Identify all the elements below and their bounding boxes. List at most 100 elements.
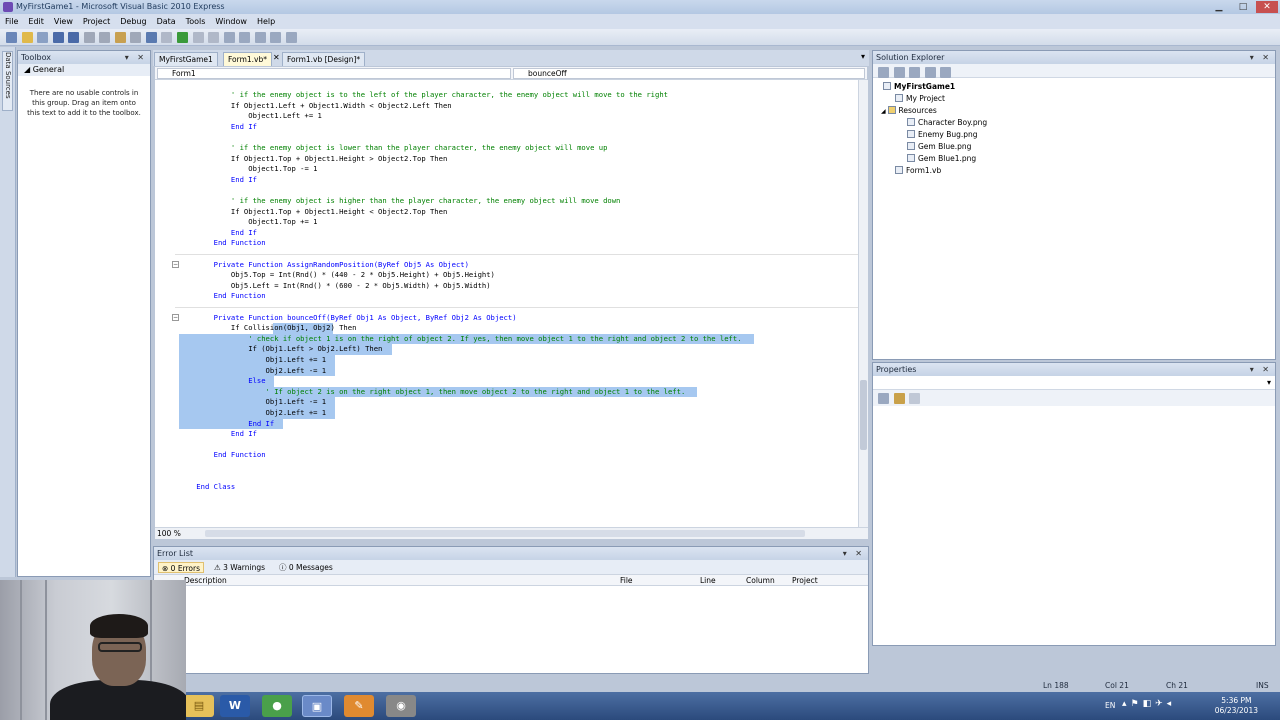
tab-form1-vb[interactable]: Form1.vb* (223, 52, 272, 66)
tree-form1[interactable]: Form1.vb (895, 165, 941, 177)
undo-icon[interactable] (145, 32, 157, 43)
messages-filter-button[interactable]: ⓘ 0 Messages (276, 562, 336, 573)
tray-icons[interactable]: ▴⚑◧✈◂ (1122, 699, 1175, 709)
code-line[interactable]: Private Function AssignRandomPosition(By… (179, 260, 469, 270)
new-project-icon[interactable] (6, 32, 17, 43)
menu-view[interactable]: View (49, 14, 78, 29)
view-designer-icon[interactable] (940, 67, 952, 78)
stop-icon[interactable] (208, 32, 220, 43)
code-line[interactable]: If Object1.Left + Object1.Width < Object… (179, 101, 452, 111)
code-line[interactable]: End If (179, 122, 257, 132)
tree-file[interactable]: Gem Blue.png (907, 141, 971, 153)
collapse-icon[interactable]: − (172, 313, 179, 321)
code-line[interactable]: If Object1.Top + Object1.Height > Object… (179, 154, 447, 164)
code-line[interactable]: If Object1.Top + Object1.Height < Object… (179, 207, 447, 217)
menu-window[interactable]: Window (210, 14, 252, 29)
cut-icon[interactable] (83, 32, 95, 43)
refresh-icon[interactable] (909, 67, 921, 78)
code-line[interactable]: ' if the enemy object is lower than the … (179, 143, 607, 153)
word-taskbar-icon[interactable]: W (220, 695, 250, 717)
properties-button-icon[interactable] (878, 67, 889, 78)
show-all-files-icon[interactable] (893, 67, 905, 78)
col-column[interactable]: Column (746, 576, 775, 585)
find-icon[interactable] (130, 32, 142, 43)
code-line[interactable]: End If (179, 419, 274, 429)
minimize-icon[interactable]: ▁ (1208, 1, 1230, 13)
code-editor[interactable]: ' if the enemy object is to the left of … (155, 80, 858, 527)
view-code-icon[interactable] (924, 67, 936, 78)
code-line[interactable]: Obj2.Left += 1 (179, 408, 327, 418)
errors-filter-button[interactable]: ⊗ 0 Errors (158, 562, 205, 573)
properties-object-dropdown[interactable]: ▾ (873, 376, 1275, 390)
tree-file[interactable]: Character Boy.png (907, 117, 987, 129)
save-all-icon[interactable] (68, 32, 80, 43)
code-line[interactable]: End If (179, 429, 257, 439)
code-line[interactable]: Obj5.Left = Int(Rnd() * (600 - 2 * Obj5.… (179, 281, 491, 291)
recorder-taskbar-icon[interactable]: ◉ (386, 695, 416, 717)
menu-debug[interactable]: Debug (115, 14, 151, 29)
panel-pin-close-icons[interactable]: ▾ ✕ (125, 51, 147, 64)
solution-explorer-icon[interactable] (254, 32, 266, 43)
menu-help[interactable]: Help (252, 14, 280, 29)
property-pages-icon[interactable] (909, 393, 921, 404)
code-line[interactable]: ' If object 2 is on the right object 1, … (179, 387, 686, 397)
code-line[interactable]: End Class (179, 482, 235, 492)
maximize-icon[interactable]: □ (1232, 1, 1254, 13)
data-sources-tab[interactable]: Data Sources (2, 51, 13, 111)
code-line[interactable]: ' if the enemy object is to the left of … (179, 90, 668, 100)
member-dropdown[interactable]: bounceOff (513, 68, 865, 79)
tab-form1-design[interactable]: Form1.vb [Design]* (282, 52, 366, 66)
panel-pin-close-icons[interactable]: ▾ ✕ (1250, 51, 1272, 64)
visual-basic-taskbar-icon[interactable]: ▣ (302, 695, 332, 717)
code-line[interactable]: Object1.Top += 1 (179, 217, 317, 227)
col-project[interactable]: Project (792, 576, 818, 585)
app-taskbar-icon[interactable]: ● (262, 695, 292, 717)
warnings-filter-button[interactable]: ⚠ 3 Warnings (211, 562, 268, 573)
categorized-icon[interactable] (878, 393, 889, 404)
tab-myfirstgame1[interactable]: MyFirstGame1 (154, 52, 218, 66)
code-line[interactable]: Else (179, 376, 265, 386)
explorer-taskbar-icon[interactable]: ▤ (184, 695, 214, 717)
tree-project[interactable]: MyFirstGame1 (883, 81, 955, 93)
redo-icon[interactable] (161, 32, 173, 43)
code-line[interactable]: If Collision(Obj1, Obj2) Then (179, 323, 357, 333)
zoom-level[interactable]: 100 % (157, 529, 181, 538)
horizontal-scrollbar[interactable] (205, 530, 805, 537)
code-line[interactable]: Private Function bounceOff(ByRef Obj1 As… (179, 313, 517, 323)
code-line[interactable]: Obj1.Left -= 1 (179, 397, 327, 407)
add-item-icon[interactable] (37, 32, 49, 43)
menu-tools[interactable]: Tools (181, 14, 211, 29)
collapse-icon[interactable]: − (172, 260, 179, 268)
language-indicator[interactable]: EN (1105, 701, 1115, 710)
alphabetical-icon[interactable] (893, 393, 905, 404)
paste-icon[interactable] (114, 32, 126, 43)
code-line[interactable]: If (Obj1.Left > Obj2.Left) Then (179, 344, 382, 354)
tab-close-icon[interactable]: ✕ (273, 53, 280, 62)
code-line[interactable]: ' if the enemy object is higher than the… (179, 196, 620, 206)
code-line[interactable]: End Function (179, 450, 266, 460)
toolbox-icon[interactable] (285, 32, 297, 43)
open-icon[interactable] (21, 32, 33, 43)
menu-file[interactable]: File (0, 14, 23, 29)
tree-file[interactable]: Gem Blue1.png (907, 153, 976, 165)
step-over-icon[interactable] (239, 32, 251, 43)
panel-pin-close-icons[interactable]: ▾ ✕ (1250, 363, 1272, 376)
start-debugging-icon[interactable] (177, 32, 189, 43)
paint-taskbar-icon[interactable]: ✎ (344, 695, 374, 717)
properties-icon[interactable] (270, 32, 282, 43)
tree-file[interactable]: Enemy Bug.png (907, 129, 978, 141)
code-line[interactable]: ' check if object 1 is on the right of o… (179, 334, 741, 344)
save-icon[interactable] (52, 32, 64, 43)
pause-icon[interactable] (192, 32, 204, 43)
col-description[interactable]: Description (184, 576, 227, 585)
code-line[interactable]: Obj2.Left -= 1 (179, 366, 327, 376)
code-line[interactable]: Obj1.Left += 1 (179, 355, 327, 365)
menu-edit[interactable]: Edit (23, 14, 49, 29)
code-line[interactable]: End If (179, 228, 257, 238)
menu-data[interactable]: Data (152, 14, 181, 29)
panel-pin-close-icons[interactable]: ▾ ✕ (843, 547, 865, 560)
editor-vertical-scrollbar[interactable] (858, 80, 868, 527)
code-line[interactable]: Object1.Left += 1 (179, 111, 322, 121)
copy-icon[interactable] (99, 32, 111, 43)
scroll-thumb[interactable] (860, 380, 867, 450)
